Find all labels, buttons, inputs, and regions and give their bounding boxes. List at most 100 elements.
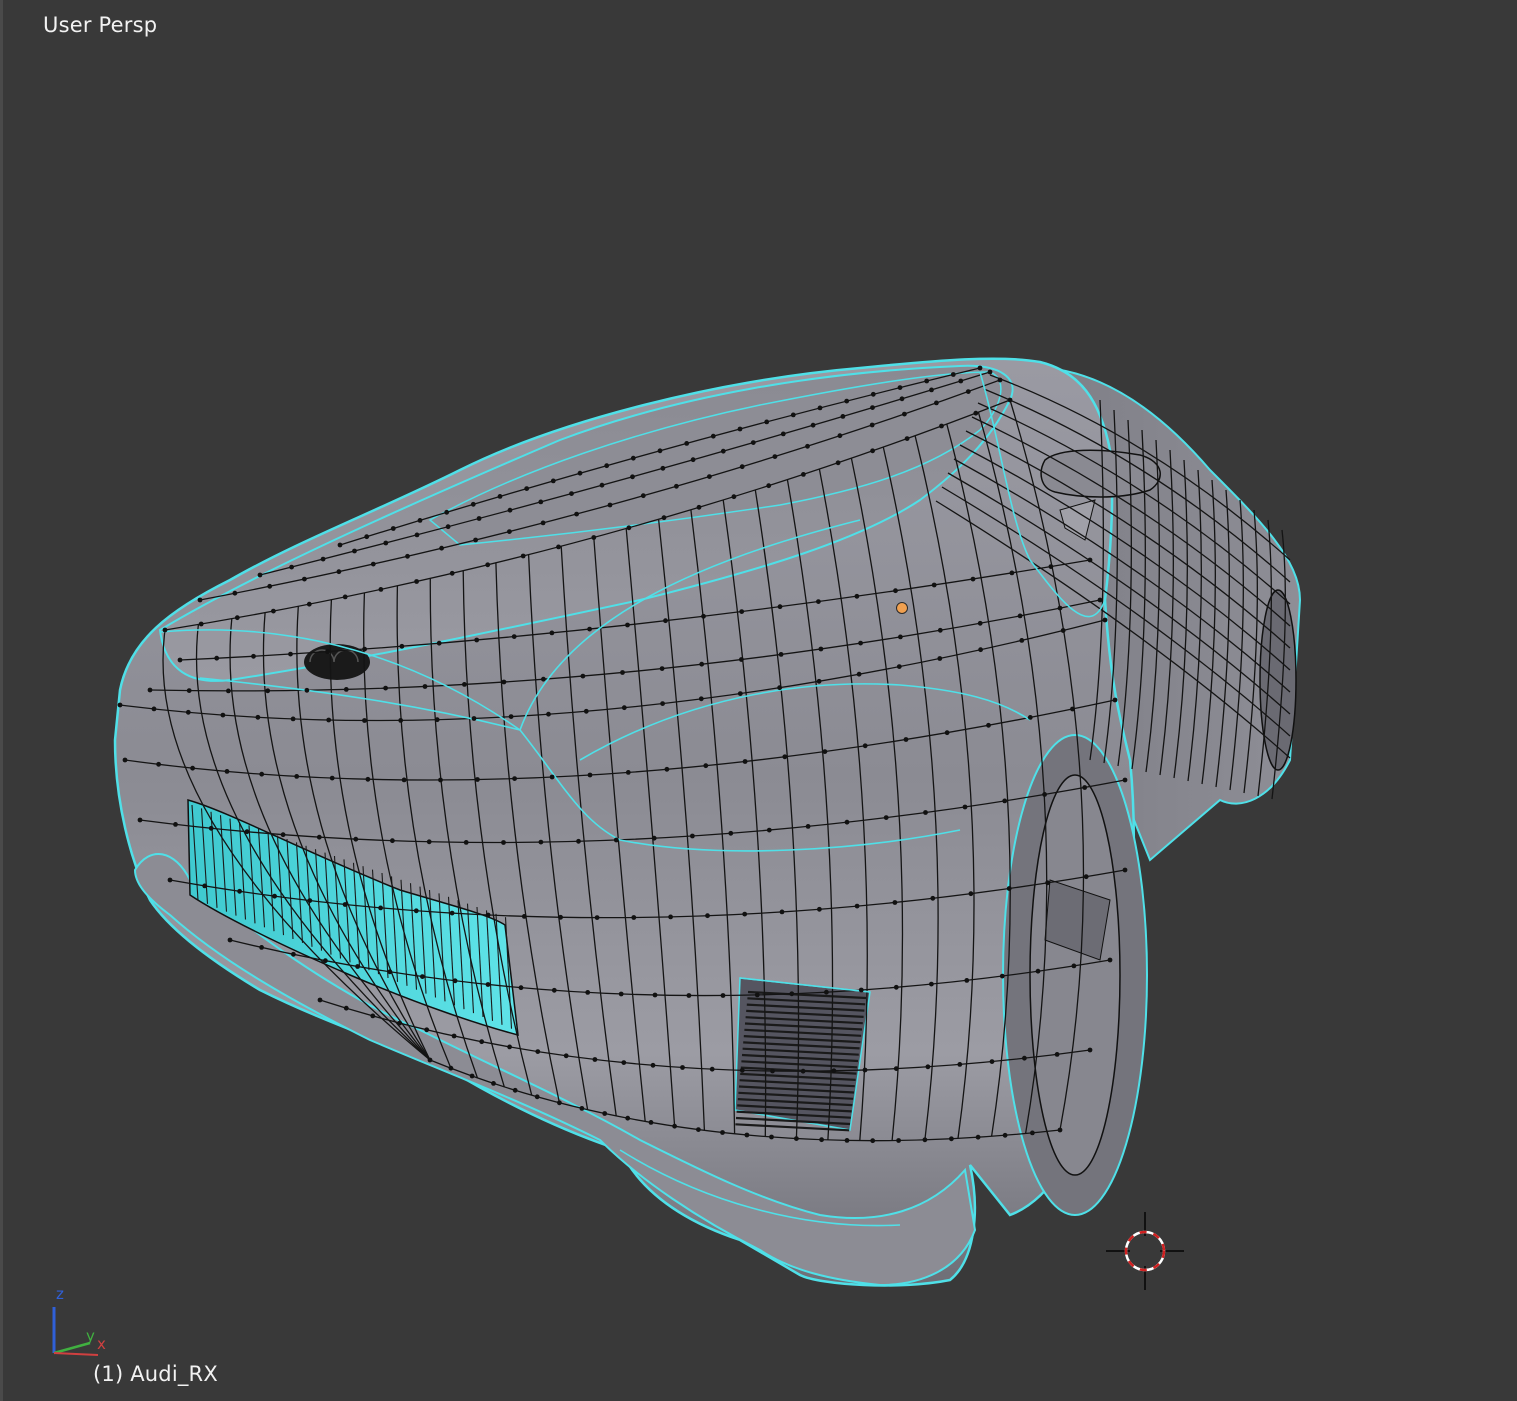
mesh-vertex [1057, 1127, 1063, 1133]
mesh-vertex [1017, 613, 1023, 619]
mesh-vertex [800, 1068, 806, 1074]
mesh-vertex [401, 777, 407, 783]
mesh-vertex [657, 448, 663, 454]
mesh-vertex [862, 1067, 868, 1073]
mesh-vertex [449, 910, 455, 916]
mesh-vertex [541, 676, 546, 682]
mesh-vertex [957, 1062, 963, 1067]
mesh-vertex [362, 718, 367, 723]
mesh-vertex [444, 509, 450, 515]
mesh-vertex [512, 1087, 518, 1093]
mesh-vertex [434, 717, 440, 723]
mesh-vertex [475, 777, 480, 782]
mesh-vertex [835, 460, 841, 466]
mesh-vertex [342, 902, 348, 907]
mesh-vertex [540, 520, 546, 526]
3d-cursor-icon[interactable] [1104, 1210, 1186, 1292]
mesh-vertex [302, 576, 307, 582]
mesh-vertex [549, 630, 555, 636]
mesh-vertex [631, 915, 637, 920]
mesh-vertex [390, 526, 396, 531]
mesh-vertex [923, 810, 928, 815]
mesh-vertex [893, 588, 898, 594]
mesh-vertex [696, 504, 702, 510]
mesh-vertex [660, 465, 666, 471]
mesh-vertex [167, 877, 173, 883]
mesh-vertex [770, 1068, 775, 1074]
mesh-vertex [244, 829, 250, 835]
mesh-vertex [731, 494, 737, 500]
mesh-vertex [585, 990, 591, 995]
mesh-vertex [599, 482, 605, 488]
mesh-vertex [1006, 886, 1012, 891]
mesh-vertex [720, 448, 726, 454]
mesh-vertex [862, 743, 868, 749]
mesh-vertex [1030, 1130, 1035, 1136]
mesh-vertex [764, 419, 770, 425]
mesh-vertex [474, 637, 480, 643]
mesh-vertex [777, 604, 783, 610]
mesh-vertex [856, 671, 862, 677]
mesh-vertex [973, 410, 979, 416]
mesh-vertex [965, 389, 971, 394]
mesh-vertex [445, 524, 451, 530]
mesh-vertex [343, 687, 349, 692]
mesh-vertex [323, 958, 328, 964]
mesh-vertex [353, 836, 359, 842]
mesh-vertex [625, 770, 631, 775]
mesh-vertex [893, 984, 899, 990]
mesh-vertex [739, 464, 745, 470]
car-mesh[interactable] [0, 0, 1517, 1401]
mesh-vertex [290, 716, 296, 722]
mesh-vertex [651, 835, 657, 841]
mesh-vertex [397, 1020, 403, 1026]
mesh-vertex [580, 673, 586, 679]
mesh-vertex [690, 833, 695, 839]
mesh-vertex [587, 626, 592, 632]
mesh-vertex [202, 883, 208, 889]
mesh-vertex [501, 679, 507, 685]
mesh-vertex [648, 1120, 654, 1125]
mesh-vertex [986, 722, 991, 728]
3d-viewport[interactable]: User Persp z y x (1) Audi_RX [0, 0, 1517, 1401]
mesh-vertex [551, 987, 557, 993]
mesh-vertex [1082, 785, 1088, 790]
mesh-vertex [534, 1094, 540, 1100]
selected-vertex [896, 602, 908, 614]
mesh-vertex [944, 730, 950, 736]
mesh-vertex [934, 400, 939, 406]
mesh-vertex [1035, 968, 1041, 974]
mesh-vertex [720, 1130, 725, 1135]
mesh-vertex [1007, 397, 1013, 403]
mesh-vertex [870, 1138, 876, 1144]
mesh-vertex [625, 622, 630, 628]
mesh-vertex [557, 1100, 562, 1106]
mesh-vertex [511, 634, 517, 639]
mesh-vertex [818, 646, 824, 652]
mesh-vertex [837, 433, 843, 439]
mesh-vertex [613, 837, 619, 843]
mesh-vertex [987, 369, 993, 375]
mesh-vertex [232, 590, 238, 596]
mesh-vertex [177, 657, 183, 663]
mesh-vertex [978, 647, 983, 653]
mesh-vertex [563, 1053, 569, 1059]
mesh-vertex [663, 618, 668, 624]
mesh-vertex [801, 472, 806, 477]
mesh-vertex [652, 992, 658, 998]
mesh-vertex [659, 666, 665, 671]
mesh-vertex [569, 491, 574, 496]
mesh-vertex [451, 1033, 457, 1039]
z-axis-label: z [56, 1285, 64, 1303]
mesh-vertex [469, 1073, 475, 1079]
mesh-vertex [220, 712, 226, 718]
mesh-vertex [417, 518, 423, 523]
mesh-vertex [790, 412, 796, 418]
mesh-vertex [198, 621, 204, 627]
side-mirror [1040, 449, 1161, 498]
mesh-vertex [549, 774, 555, 780]
mesh-vertex [1097, 597, 1103, 603]
mesh-vertex [970, 576, 976, 582]
mesh-vertex [1102, 617, 1108, 623]
mesh-vertex [924, 378, 930, 384]
